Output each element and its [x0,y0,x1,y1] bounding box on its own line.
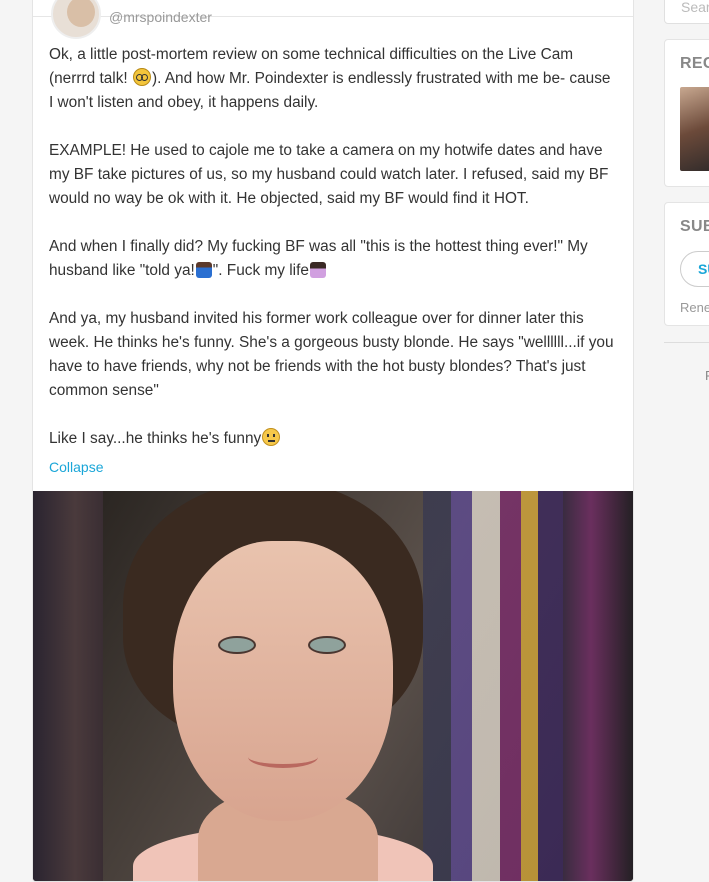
footer-text: F [705,368,709,383]
mouth [248,746,318,768]
subscribe-widget: SUB SU Rene [664,202,709,326]
avatar-face [67,0,95,27]
post-paragraph-1: Ok, a little post-mortem review on some … [49,43,619,115]
post-paragraph-5: Like I say...he thinks he's funny [49,427,619,451]
avatar[interactable] [51,0,101,39]
paragraph-text: And ya, my husband invited his former wo… [49,310,614,399]
face [173,541,393,821]
subscribe-button[interactable]: SU [680,251,709,287]
paragraph-text: EXAMPLE! He used to cajole me to take a … [49,142,609,207]
nerd-face-icon [132,68,151,86]
sidebar-divider [664,342,709,343]
post-photo[interactable] [33,491,633,881]
post-header: @mrspoindexter [33,0,633,39]
post-paragraph-2: EXAMPLE! He used to cajole me to take a … [49,139,619,211]
search-placeholder: Sear [681,0,709,15]
post-paragraph-3: And when I finally did? My fucking BF wa… [49,235,619,283]
post-card: @mrspoindexter Ok, a little post-mortem … [32,0,634,882]
photo-main [103,491,563,881]
collapse-link[interactable]: Collapse [49,459,103,475]
shrug-icon [195,262,212,278]
recent-widget-title: REC [680,55,709,72]
neutral-face-icon [262,428,281,446]
paragraph-text: Like I say...he thinks he's funny [49,430,262,447]
recent-thumbnail[interactable] [680,87,709,171]
facepalm-icon [309,262,326,278]
username[interactable]: @mrspoindexter [109,9,212,25]
closet-background [423,491,563,881]
paragraph-text: ". Fuck my life [212,262,309,279]
post-paragraph-4: And ya, my husband invited his former wo… [49,307,619,403]
renew-text: Rene [680,300,709,315]
photo-blur-right [563,491,633,881]
post-body: Ok, a little post-mortem review on some … [49,43,619,475]
subscribe-button-label: SU [698,261,709,277]
search-input[interactable]: Sear [664,0,709,24]
recent-widget: REC [664,39,709,187]
right-eye [308,636,346,654]
left-eye [218,636,256,654]
photo-blur-left [33,491,103,881]
subscribe-widget-title: SUB [680,218,709,235]
